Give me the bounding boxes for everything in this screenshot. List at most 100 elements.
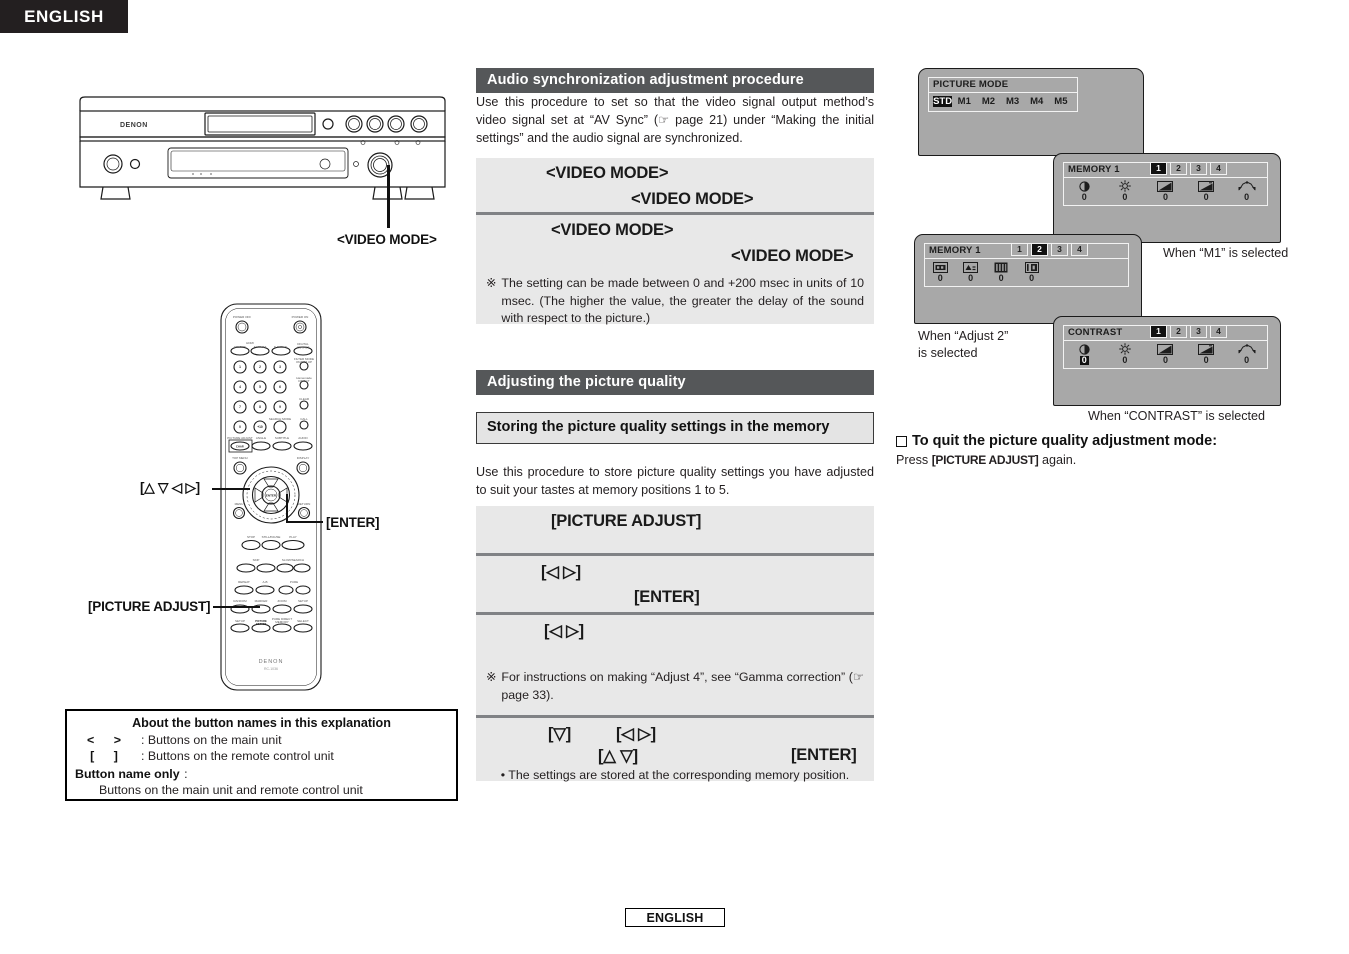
- svg-text:6: 6: [279, 385, 281, 389]
- svg-text:9: 9: [279, 405, 281, 409]
- svg-text:SETUP: SETUP: [235, 619, 245, 623]
- osd-title: CONTRAST: [1068, 327, 1123, 339]
- osd-title: MEMORY 1: [1068, 164, 1120, 176]
- svg-text:DIRECT: DIRECT: [298, 379, 309, 383]
- svg-text:PURE: PURE: [290, 580, 298, 584]
- cursor-leader-line: [212, 488, 250, 491]
- svg-text:3: 3: [279, 365, 281, 369]
- svg-text:MENU: MENU: [235, 502, 244, 506]
- osd-cell-chroma-delay[interactable]: 0: [986, 261, 1016, 283]
- osd-memory1-adjust2-frame: MEMORY 1 1 2 3 4 0 0 0 0: [924, 243, 1129, 287]
- legend-only-label: Button name only: [75, 766, 180, 781]
- osd-cell-sharpness-high[interactable]: 0: [1145, 180, 1186, 202]
- osd-tab-3[interactable]: 3: [1190, 325, 1207, 338]
- picture-mode-item-m3[interactable]: M3: [1001, 96, 1025, 107]
- osd-cell-gamma[interactable]: 0: [1226, 180, 1267, 202]
- step-command: [ENTER]: [791, 746, 857, 764]
- svg-text:ANGLE: ANGLE: [256, 436, 266, 440]
- legend-value-remote: : Buttons on the remote control unit: [141, 749, 334, 764]
- contrast-icon: [1079, 180, 1090, 192]
- osd-tab-1[interactable]: 1: [1150, 325, 1167, 338]
- legend-key-main-unit: < >: [87, 733, 129, 747]
- step: [▽] [◁ ▷] [△ ▽] [ENTER] • The settings a…: [476, 715, 874, 782]
- osd-value: 0: [1162, 355, 1168, 365]
- enter-leader-line-h: [286, 521, 323, 524]
- right-column: PICTURE MODE STD M1 M2 M3 M4 M5 MEMORY 1…: [888, 0, 1349, 954]
- osd-value: 0: [968, 273, 974, 283]
- picture-mode-item-m5[interactable]: M5: [1049, 96, 1073, 107]
- osd-cell-sharpness-low[interactable]: 0: [1186, 343, 1227, 365]
- left-column: DENON <VIDEO MODE> POWER OFF POWER ON HD…: [0, 0, 470, 954]
- osd-tab-4[interactable]: 4: [1210, 325, 1227, 338]
- sharpness-high-icon: [1157, 343, 1174, 355]
- step-command: <VIDEO MODE>: [631, 190, 754, 208]
- chroma-delay-icon: [994, 261, 1008, 273]
- svg-text:RC-1036: RC-1036: [264, 667, 278, 671]
- step-note: ※ The setting can be made between 0 and …: [486, 275, 864, 328]
- osd-cell-brightness[interactable]: 0: [1105, 180, 1146, 202]
- svg-text:MARKER: MARKER: [255, 599, 269, 603]
- brightness-icon: [1118, 343, 1131, 355]
- step-command: [◁ ▷]: [544, 622, 584, 640]
- step-note: ※ For instructions on making “Adjust 4”,…: [486, 669, 864, 704]
- osd-title: MEMORY 1: [929, 245, 981, 257]
- osd-cell-gamma[interactable]: 0: [1226, 343, 1267, 365]
- contrast-icon: [1079, 343, 1090, 355]
- osd-tab-1[interactable]: 1: [1150, 162, 1167, 175]
- picture-mode-item-std[interactable]: STD: [933, 96, 953, 108]
- osd-tab-4[interactable]: 4: [1210, 162, 1227, 175]
- legend-value-main-unit: : Buttons on the main unit: [141, 733, 282, 747]
- osd-cell-brightness[interactable]: 0: [1105, 343, 1146, 365]
- svg-text:CALL: CALL: [300, 417, 308, 421]
- osd-tabs: 1 2 3 4: [1150, 162, 1227, 175]
- osd-cell-contrast[interactable]: 0: [1064, 343, 1105, 365]
- osd-tab-1[interactable]: 1: [1011, 243, 1028, 256]
- osd-cell-black-level[interactable]: 0: [1016, 261, 1046, 283]
- svg-text:DISPLAY: DISPLAY: [297, 456, 309, 460]
- section-bar-audio-sync: Audio synchronization adjustment procedu…: [476, 68, 874, 93]
- osd-value-selected: 0: [1079, 355, 1089, 365]
- legend-row: < > : Buttons on the main unit: [75, 732, 448, 748]
- osd-title-row: MEMORY 1 1 2 3 4: [925, 243, 1128, 259]
- osd-value: 0: [1244, 192, 1250, 202]
- osd-value: 0: [1162, 192, 1168, 202]
- button-name-legend-box: About the button names in this explanati…: [65, 709, 458, 801]
- step: <VIDEO MODE> <VIDEO MODE> ※ The setting …: [476, 212, 874, 325]
- osd-cell-chroma-level[interactable]: 0: [955, 261, 985, 283]
- osd-tab-3[interactable]: 3: [1190, 162, 1207, 175]
- osd-cell-sharpness-high[interactable]: 0: [1145, 343, 1186, 365]
- quit-tail-word: again.: [1041, 453, 1077, 467]
- osd-tab-3[interactable]: 3: [1051, 243, 1068, 256]
- osd-value: 0: [1203, 192, 1209, 202]
- osd-cell-sharpness-low[interactable]: 0: [1186, 180, 1227, 202]
- step-command: [ENTER]: [634, 588, 700, 606]
- svg-text:STOP: STOP: [247, 535, 255, 539]
- osd-cell-hue[interactable]: 0: [925, 261, 955, 283]
- svg-text:ENTER: ENTER: [266, 494, 277, 498]
- picture-mode-item-m4[interactable]: M4: [1025, 96, 1049, 107]
- section-bar-picture-quality: Adjusting the picture quality: [476, 370, 874, 395]
- svg-text:REPEAT: REPEAT: [238, 580, 250, 584]
- svg-text:POWER ON: POWER ON: [292, 315, 309, 319]
- picture-mode-item-m2[interactable]: M2: [976, 96, 1000, 107]
- osd-value: 0: [1122, 355, 1128, 365]
- osd-tab-2[interactable]: 2: [1031, 243, 1048, 256]
- osd-tab-2[interactable]: 2: [1170, 162, 1187, 175]
- osd-tab-4[interactable]: 4: [1071, 243, 1088, 256]
- osd-tab-2[interactable]: 2: [1170, 325, 1187, 338]
- legend-row: [ ] : Buttons on the remote control unit: [75, 748, 448, 764]
- osd-memory-1-adjust-2: MEMORY 1 1 2 3 4 0 0 0 0: [914, 234, 1142, 324]
- svg-text:4: 4: [239, 385, 241, 389]
- step-command: [△ ▽]: [598, 747, 638, 765]
- svg-text:CLEAR: CLEAR: [299, 397, 310, 401]
- svg-text:FORMAT: FORMAT: [254, 345, 267, 349]
- osd-contrast-frame: CONTRAST 1 2 3 4 0 0 0 0 0: [1063, 325, 1268, 369]
- osd-value: 0: [1029, 273, 1035, 283]
- note-text: For instructions on making “Adjust 4”, s…: [501, 670, 864, 702]
- svg-text:SELECT: SELECT: [297, 619, 309, 623]
- step-command: [PICTURE ADJUST]: [551, 512, 702, 530]
- picture-mode-item-m1[interactable]: M1: [952, 96, 976, 107]
- osd-tabs: 1 2 3 4: [1011, 243, 1088, 256]
- osd-value: 0: [998, 273, 1004, 283]
- osd-cell-contrast[interactable]: 0: [1064, 180, 1105, 202]
